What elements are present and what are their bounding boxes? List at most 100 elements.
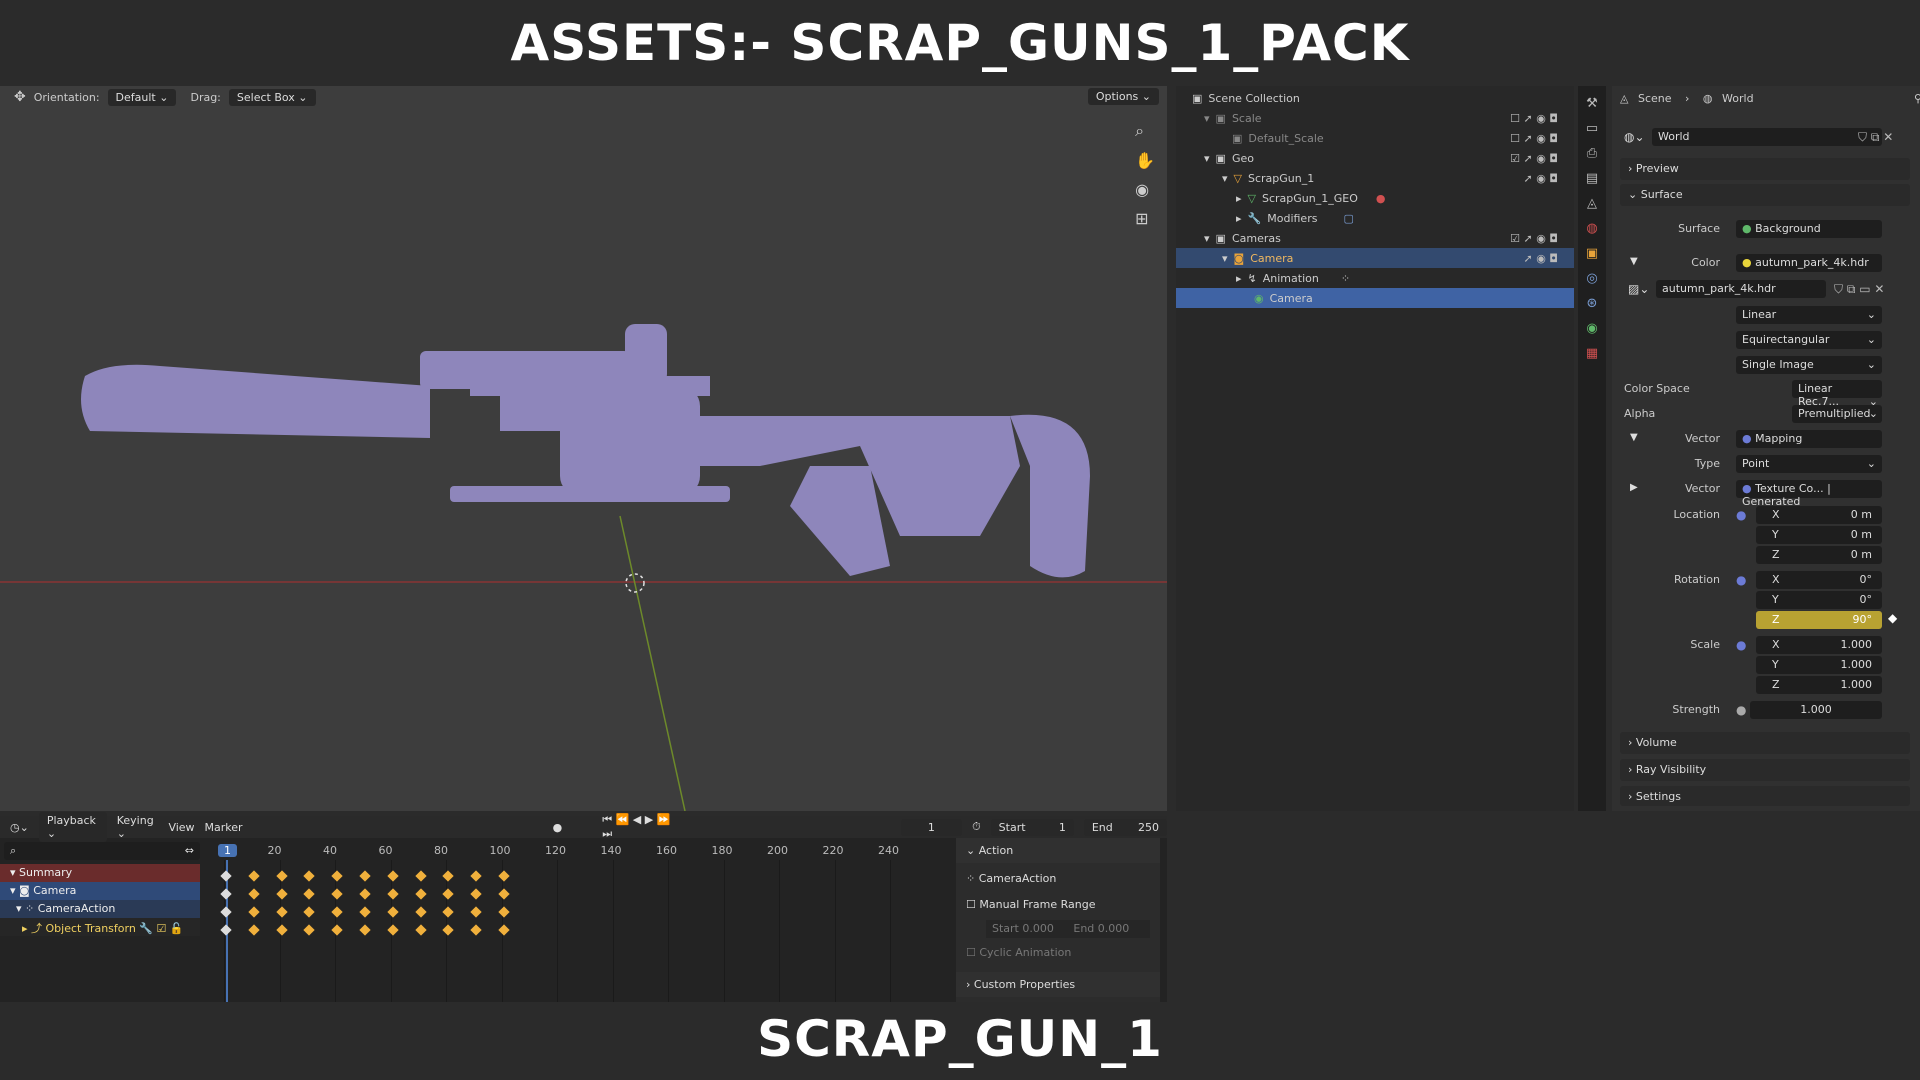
outliner-row-modifiers[interactable]: ▸ 🔧 Modifiers ▢ — [1176, 208, 1574, 228]
channel-summary[interactable]: ▾ Summary — [0, 864, 200, 882]
frame-ruler[interactable]: 1 20 40 60 80 100 120 140 160 180 200 220 240 — [210, 842, 960, 860]
image-icon[interactable]: ▨⌄ — [1628, 282, 1649, 296]
channel-search-input[interactable]: ⌕ ⇔ — [4, 842, 200, 860]
keyframe-diamond[interactable] — [220, 906, 232, 918]
keyframe-diamond[interactable] — [359, 906, 371, 918]
visibility-toggles[interactable]: ☐ ➚ ◉ ◘ — [1510, 132, 1558, 145]
rotation-x-field[interactable]: X 0° — [1756, 571, 1882, 589]
action-name[interactable]: ⁘ CameraAction — [966, 872, 1056, 885]
end-frame-field[interactable]: End 250 — [1083, 818, 1167, 836]
keyframe-diamond[interactable] — [498, 870, 510, 882]
visibility-toggles[interactable]: ☐ ➚ ◉ ◘ — [1510, 112, 1558, 125]
outliner-row-scale[interactable]: ▾ ▣ Scale ☐ ➚ ◉ ◘ — [1176, 108, 1574, 128]
record-icon[interactable]: ● — [553, 821, 563, 834]
surface-shader-field[interactable]: ● Background — [1736, 220, 1882, 238]
keyframe-diamond[interactable] — [498, 888, 510, 900]
scale-z-field[interactable]: Z 1.000 — [1756, 676, 1882, 694]
tool-tab-icon[interactable]: ⚒ — [1586, 96, 1598, 111]
keyframe-diamond[interactable] — [248, 906, 260, 918]
render-tab-icon[interactable]: ▭ — [1586, 121, 1598, 136]
keyframe-diamond[interactable] — [220, 888, 232, 900]
expand-arrow-icon[interactable]: ▸ — [1236, 272, 1242, 285]
keyframe-diamond[interactable] — [359, 888, 371, 900]
keyframe-diamond[interactable] — [275, 870, 288, 882]
collapse-arrow-icon[interactable]: ▾ — [1204, 232, 1210, 245]
outliner-row-default-scale[interactable]: ▣ Default_Scale ☐ ➚ ◉ ◘ — [1176, 128, 1574, 148]
visibility-toggles[interactable]: ☑ ➚ ◉ ◘ — [1510, 232, 1558, 245]
settings-section[interactable]: › Settings — [1620, 786, 1910, 806]
outliner-row-animation[interactable]: ▸ ↯ Animation ⁘ — [1176, 268, 1574, 288]
keyframe-diamond[interactable] — [248, 870, 260, 882]
type-dropdown[interactable]: Point ⌄ — [1736, 455, 1882, 473]
world-name-field[interactable]: World — [1652, 128, 1882, 146]
keyframe-diamond[interactable] — [442, 870, 455, 882]
keyframe-diamond[interactable] — [275, 924, 288, 936]
keyframe-diamond[interactable] — [442, 906, 455, 918]
custom-properties-section[interactable]: › Custom Properties — [956, 972, 1160, 997]
keyframe-diamond[interactable] — [470, 924, 482, 936]
pin-icon[interactable]: ⚲ — [1914, 92, 1920, 105]
keyframe-diamond-icon[interactable]: ◆ — [1888, 611, 1897, 625]
keyframe-diamond[interactable] — [248, 888, 260, 900]
outliner-row-scrapgun-geo[interactable]: ▸ ▽ ScrapGun_1_GEO ● — [1176, 188, 1574, 208]
color-space-dropdown[interactable]: Linear Rec.7... ⌄ — [1792, 380, 1882, 408]
object-tab-icon[interactable]: ▣ — [1586, 246, 1598, 261]
preview-section[interactable]: › Preview — [1620, 158, 1910, 180]
visibility-toggles[interactable]: ➚ ◉ ◘ — [1523, 172, 1558, 185]
playback-controls-icon[interactable]: ⏮ ⏪ ◀ ▶ ⏩ ⏭ — [602, 813, 671, 841]
color-input-field[interactable]: ● autumn_park_4k.hdr — [1736, 254, 1882, 272]
keyframe-diamond[interactable] — [498, 924, 510, 936]
keyframe-diamond[interactable] — [387, 906, 399, 918]
image-name-field[interactable]: autumn_park_4k.hdr — [1656, 280, 1826, 298]
channel-object-transforms[interactable]: ▸ ⤴ Object Transforn 🔧 ☑ 🔓 — [0, 918, 200, 936]
keyframe-diamond[interactable] — [303, 924, 316, 936]
manual-frame-range-checkbox[interactable]: ☐ Manual Frame Range — [966, 898, 1095, 911]
keyframe-diamond[interactable] — [275, 906, 288, 918]
collapse-arrow-icon[interactable]: ▾ — [1222, 172, 1228, 185]
world-actions-icon[interactable]: ⛉ ⧉ ✕ — [1858, 130, 1893, 145]
marker-menu[interactable]: Marker — [205, 821, 243, 834]
vector-mapping-field[interactable]: ● Mapping — [1736, 430, 1882, 448]
volume-section[interactable]: › Volume — [1620, 732, 1910, 754]
constraint-tab-icon[interactable]: ⊛ — [1587, 296, 1598, 311]
location-z-field[interactable]: Z0 m — [1756, 546, 1882, 564]
projection-dropdown[interactable]: Equirectangular ⌄ — [1736, 331, 1882, 349]
keyframe-diamond[interactable] — [414, 870, 427, 882]
world-browse-icon[interactable]: ◍⌄ — [1624, 130, 1645, 144]
outliner-row-geo[interactable]: ▾ ▣ Geo ☑ ➚ ◉ ◘ — [1176, 148, 1574, 168]
keyframe-diamond[interactable] — [470, 906, 482, 918]
3d-viewport[interactable]: ✥ Orientation: Default ⌄ Drag: Select Bo… — [0, 86, 1167, 811]
keyframe-diamond[interactable] — [359, 870, 371, 882]
outliner-row-scrapgun[interactable]: ▾ ▽ ScrapGun_1 ➚ ◉ ◘ — [1176, 168, 1574, 188]
keyframe-area[interactable] — [210, 860, 960, 1002]
channel-camera-action[interactable]: ▾ ⁘ CameraAction — [0, 900, 200, 918]
outliner-row-scene-collection[interactable]: ▣ Scene Collection — [1176, 88, 1574, 108]
data-tab-icon[interactable]: ◉ — [1586, 321, 1597, 336]
view-menu[interactable]: View — [168, 821, 194, 834]
keyframe-diamond[interactable] — [470, 888, 482, 900]
world-tab-icon[interactable]: ◍ — [1586, 221, 1597, 236]
view-layer-tab-icon[interactable]: ▤ — [1586, 171, 1598, 186]
outliner-row-cameras[interactable]: ▾ ▣ Cameras ☑ ➚ ◉ ◘ — [1176, 228, 1574, 248]
editor-type-icon[interactable]: ◷⌄ — [10, 821, 29, 834]
interpolation-dropdown[interactable]: Linear ⌄ — [1736, 306, 1882, 324]
image-actions-icon[interactable]: ⛉ ⧉ ▭ ✕ — [1834, 282, 1884, 297]
scene-tab-icon[interactable]: ◬ — [1587, 196, 1597, 211]
scale-y-field[interactable]: Y 1.000 — [1756, 656, 1882, 674]
channel-camera[interactable]: ▾ ◙ Camera — [0, 882, 200, 900]
keyframe-diamond[interactable] — [470, 870, 482, 882]
keyframe-diamond[interactable] — [248, 924, 260, 936]
swap-icon[interactable]: ⇔ — [185, 844, 194, 857]
expand-arrow-icon[interactable]: ▸ — [1236, 192, 1242, 205]
keyframe-diamond[interactable] — [387, 888, 399, 900]
keyframe-diamond[interactable] — [303, 906, 316, 918]
playback-menu[interactable]: Playback ⌄ — [38, 812, 107, 842]
visibility-toggles[interactable]: ➚ ◉ ◘ — [1523, 252, 1558, 265]
keyframe-diamond[interactable] — [220, 870, 232, 882]
surface-section[interactable]: ⌄ Surface — [1620, 184, 1910, 206]
start-frame-field[interactable]: Start 1 — [990, 818, 1074, 836]
source-dropdown[interactable]: Single Image ⌄ — [1736, 356, 1882, 374]
rotation-y-field[interactable]: Y 0° — [1756, 591, 1882, 609]
keyframe-diamond[interactable] — [387, 870, 399, 882]
keyframe-diamond[interactable] — [442, 924, 455, 936]
